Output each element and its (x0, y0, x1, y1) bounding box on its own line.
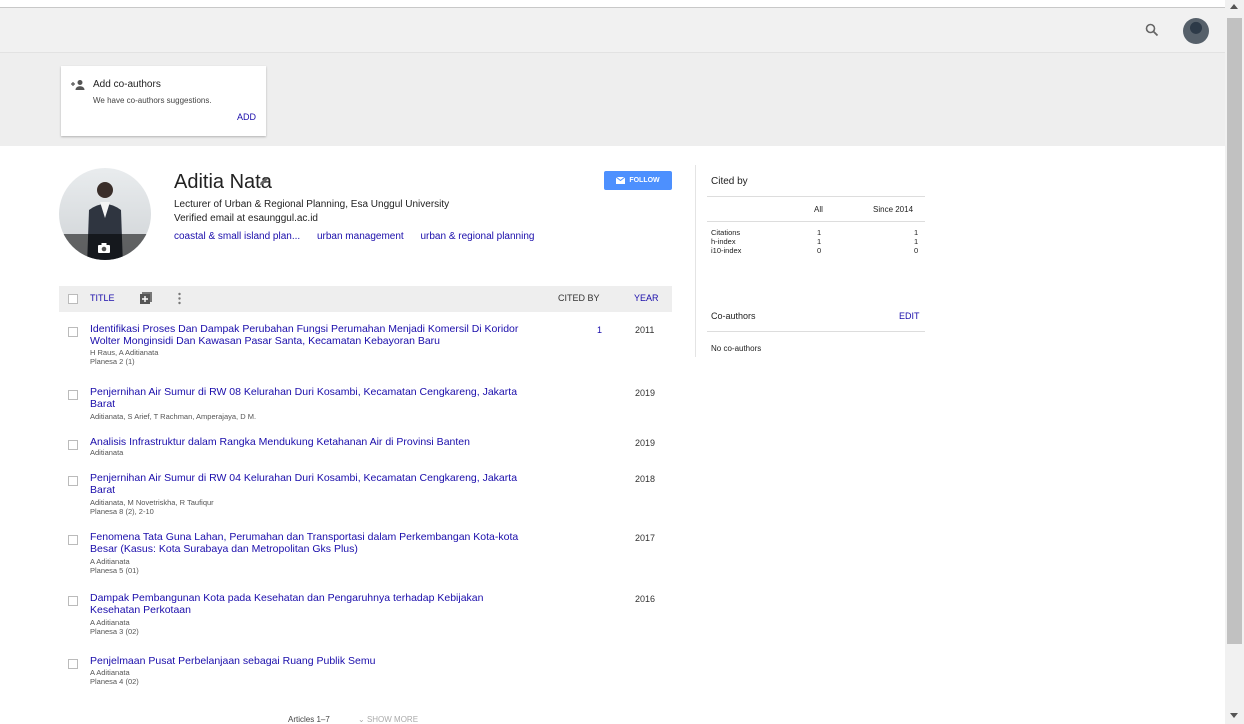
article-venue: Planesa 4 (02) (90, 677, 139, 686)
scrollbar-thumb[interactable] (1227, 18, 1242, 644)
article-year: 2019 (635, 438, 656, 448)
article-year: 2019 (635, 388, 656, 398)
article-checkbox[interactable] (68, 596, 78, 606)
scroll-down-arrow[interactable] (1230, 713, 1238, 718)
stat-all: 0 (817, 246, 822, 255)
no-coauthors-text: No co-authors (711, 344, 762, 353)
scroll-up-arrow[interactable] (1230, 4, 1238, 9)
stat-since: 1 (914, 237, 919, 246)
stat-label: Citations (711, 228, 741, 237)
article-venue: Planesa 5 (01) (90, 566, 139, 575)
sort-by-year[interactable]: YEAR (634, 293, 659, 303)
article-venue: Planesa 3 (02) (90, 627, 139, 636)
account-avatar[interactable] (1183, 18, 1209, 44)
stat-since: 1 (914, 228, 919, 237)
stats-header-all: All (814, 205, 823, 214)
more-options-icon[interactable] (178, 292, 181, 305)
article-authors: Aditianata (90, 448, 124, 457)
article-year: 2011 (635, 325, 655, 335)
camera-icon (98, 243, 110, 253)
article-title[interactable]: Penjernihan Air Sumur di RW 04 Kelurahan… (90, 472, 530, 496)
article-title[interactable]: Analisis Infrastruktur dalam Rangka Mend… (90, 436, 530, 449)
citation-stats-table: All Since 2014 Citations 1 1 h-index 1 1… (707, 196, 925, 255)
interest-link[interactable]: urban management (317, 231, 404, 242)
sort-by-title[interactable]: TITLE (90, 293, 115, 303)
show-more-label: SHOW MORE (366, 715, 419, 724)
article-checkbox[interactable] (68, 327, 78, 337)
article-checkbox[interactable] (68, 659, 78, 669)
profile-photo[interactable] (59, 168, 151, 260)
cited-by-title: Cited by (711, 176, 748, 187)
article-year: 2018 (635, 474, 656, 484)
article-venue: Planesa 2 (1) (90, 357, 135, 366)
article-venue: Planesa 8 (2), 2-10 (90, 507, 154, 516)
article-cited-count[interactable]: 1 (597, 325, 602, 335)
article-title[interactable]: Identifikasi Proses Dan Dampak Perubahan… (90, 323, 530, 347)
suggestion-band: Add co-authors We have co-authors sugges… (0, 52, 1225, 146)
edit-coauthors-button[interactable]: EDIT (899, 311, 920, 321)
profile-affiliation: Lecturer of Urban & Regional Planning, E… (174, 199, 450, 210)
article-title[interactable]: Fenomena Tata Guna Lahan, Perumahan dan … (90, 531, 530, 555)
add-article-icon[interactable] (140, 292, 152, 304)
article-year: 2017 (635, 533, 656, 543)
stat-all: 1 (817, 228, 822, 237)
chevron-down-icon: ⌄ (358, 715, 365, 724)
stat-label: i10-index (711, 246, 742, 255)
show-more-button[interactable]: ⌄ SHOW MORE (358, 715, 418, 724)
change-photo-overlay[interactable] (59, 234, 151, 260)
follow-label: FOLLOW (629, 177, 660, 184)
coauthors-divider (707, 331, 925, 332)
interest-link[interactable]: urban & regional planning (420, 231, 534, 242)
article-year: 2016 (635, 594, 656, 604)
article-authors: Aditianata, S Arief, T Rachman, Amperaja… (90, 412, 257, 421)
article-checkbox[interactable] (68, 390, 78, 400)
article-checkbox[interactable] (68, 440, 78, 450)
add-coauthors-button[interactable]: ADD (237, 112, 256, 122)
select-all-checkbox[interactable] (68, 294, 78, 304)
stat-label: h-index (711, 237, 736, 246)
coauthor-suggestion-card: Add co-authors We have co-authors sugges… (61, 66, 266, 136)
coauthors-title: Co-authors (711, 311, 756, 321)
follow-button[interactable]: FOLLOW (604, 171, 672, 190)
column-divider (695, 165, 696, 357)
top-bar (0, 7, 1225, 53)
suggestion-subtitle: We have co-authors suggestions. (93, 96, 212, 105)
mail-icon (616, 177, 626, 184)
articles-count: Articles 1–7 (288, 715, 330, 724)
stat-all: 1 (817, 237, 822, 246)
articles-table-header: TITLE CITED BY YEAR (59, 286, 672, 312)
research-interests: coastal & small island plan... urban man… (174, 231, 548, 242)
vertical-scrollbar[interactable] (1225, 0, 1244, 724)
article-title[interactable]: Penjernihan Air Sumur di RW 08 Kelurahan… (90, 386, 530, 410)
article-checkbox[interactable] (68, 476, 78, 486)
article-title[interactable]: Penjelmaan Pusat Perbelanjaan sebagai Ru… (90, 655, 530, 668)
stats-divider (707, 221, 925, 222)
article-checkbox[interactable] (68, 535, 78, 545)
article-title[interactable]: Dampak Pembangunan Kota pada Kesehatan d… (90, 592, 530, 616)
stat-since: 0 (914, 246, 919, 255)
suggestion-title: Add co-authors (93, 79, 161, 90)
edit-pencil-icon[interactable] (258, 175, 270, 187)
stats-header-since: Since 2014 (873, 205, 914, 214)
cited-by-header[interactable]: CITED BY (558, 293, 600, 303)
interest-link[interactable]: coastal & small island plan... (174, 231, 300, 242)
profile-email: Verified email at esaunggul.ac.id (174, 213, 318, 224)
search-icon[interactable] (1144, 22, 1160, 38)
add-person-icon (71, 80, 85, 90)
